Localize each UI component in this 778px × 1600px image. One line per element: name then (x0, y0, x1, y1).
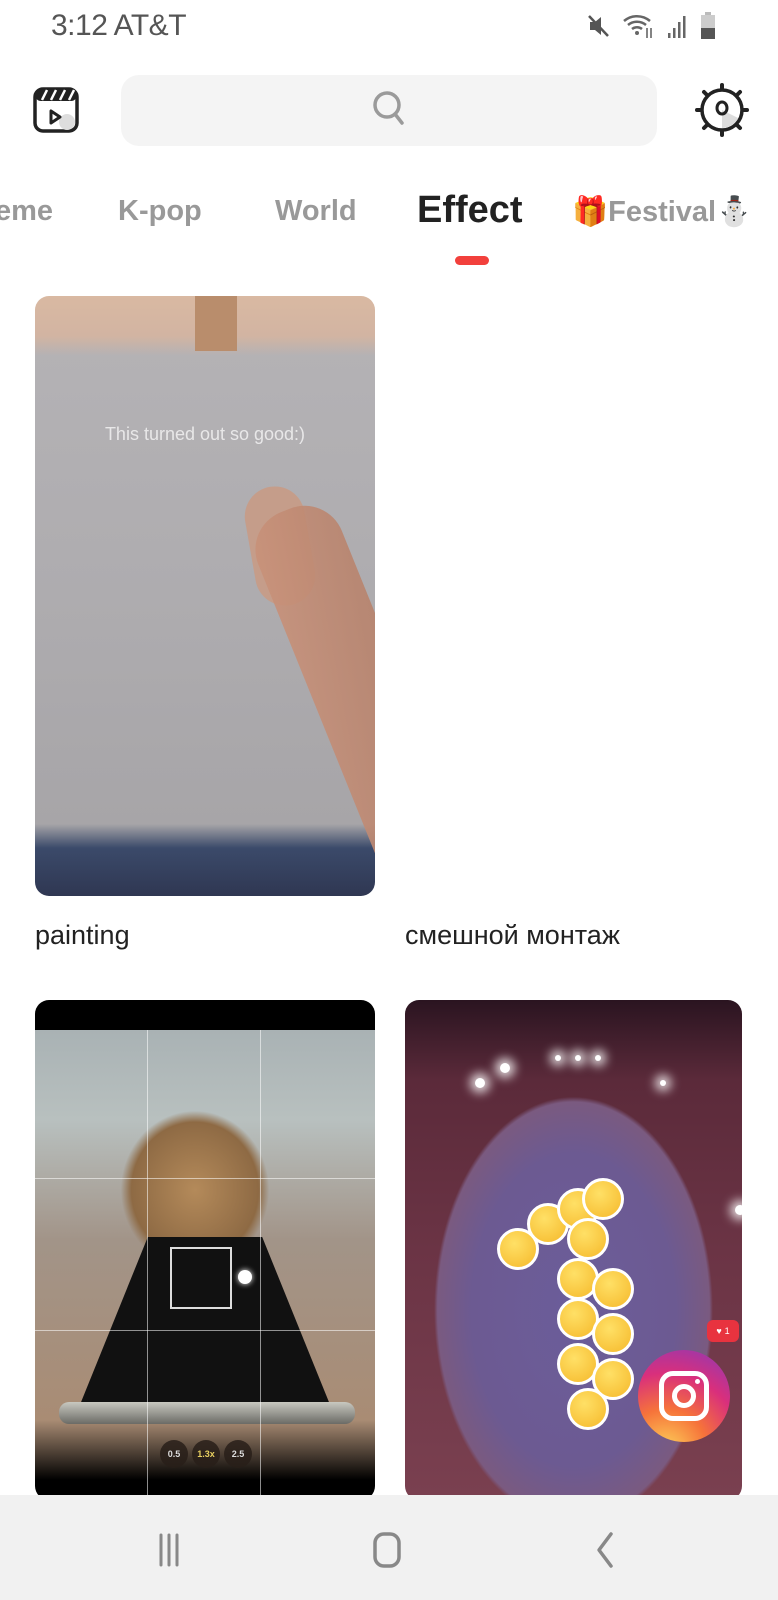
category-tabs: eme K-pop World Effect 🎁Festival⛄ (0, 185, 778, 270)
sparkle (555, 1055, 561, 1061)
camera-zoom-options: 0.5 1.3x 2.5 (160, 1440, 252, 1468)
tab-kpop[interactable]: K-pop (118, 195, 202, 228)
active-tab-indicator (455, 256, 489, 265)
template-title[interactable]: смешной монтаж (405, 920, 620, 951)
template-card-painting[interactable]: This turned out so good:) (35, 296, 375, 896)
gear-icon[interactable] (694, 82, 750, 138)
recent-apps-icon[interactable] (138, 1525, 198, 1575)
back-icon[interactable] (575, 1525, 635, 1575)
heart-icon: ♥ (716, 1326, 722, 1336)
video-clip-icon[interactable] (32, 86, 80, 134)
sparkle (475, 1078, 485, 1088)
battery-icon (700, 12, 716, 45)
system-nav-bar (0, 1495, 778, 1600)
carrier: AT&T (113, 9, 187, 42)
emoji-number-one (497, 1178, 637, 1448)
thumbnail-caption: This turned out so good:) (104, 424, 306, 444)
status-time: 3:12 AT&T (51, 9, 187, 43)
wifi-icon (622, 12, 656, 45)
focus-box (170, 1247, 232, 1309)
sparkle (735, 1205, 742, 1215)
thumbnail-detail (195, 296, 237, 351)
sparkle (575, 1055, 581, 1061)
zoom-option: 1.3x (192, 1440, 220, 1468)
status-icons (586, 12, 716, 45)
like-badge: ♥ 1 (707, 1320, 739, 1342)
mute-icon (586, 13, 612, 44)
signal-icon (666, 13, 690, 44)
sparkle (595, 1055, 601, 1061)
sparkle (660, 1080, 666, 1086)
status-bar: 3:12 AT&T (0, 0, 778, 56)
zoom-option: 0.5 (160, 1440, 188, 1468)
instagram-icon (638, 1350, 730, 1442)
search-input[interactable] (121, 75, 657, 146)
tab-world[interactable]: World (275, 195, 357, 228)
template-card-emoji[interactable]: ♥ 1 (405, 1000, 742, 1500)
clock: 3:12 (51, 9, 108, 42)
tab-festival[interactable]: 🎁Festival⛄ (572, 195, 752, 229)
like-count: 1 (724, 1326, 730, 1336)
tab-effect[interactable]: Effect (417, 189, 523, 232)
home-icon[interactable] (357, 1525, 417, 1575)
search-icon (371, 89, 407, 132)
thumbnail-detail (243, 493, 375, 896)
zoom-option: 2.5 (224, 1440, 252, 1468)
sparkle (500, 1063, 510, 1073)
template-title[interactable]: painting (35, 920, 130, 951)
template-card-camera[interactable]: 0.5 1.3x 2.5 (35, 1000, 375, 1500)
tab-theme[interactable]: eme (0, 195, 53, 228)
header (0, 70, 778, 150)
brightness-icon (238, 1270, 252, 1284)
